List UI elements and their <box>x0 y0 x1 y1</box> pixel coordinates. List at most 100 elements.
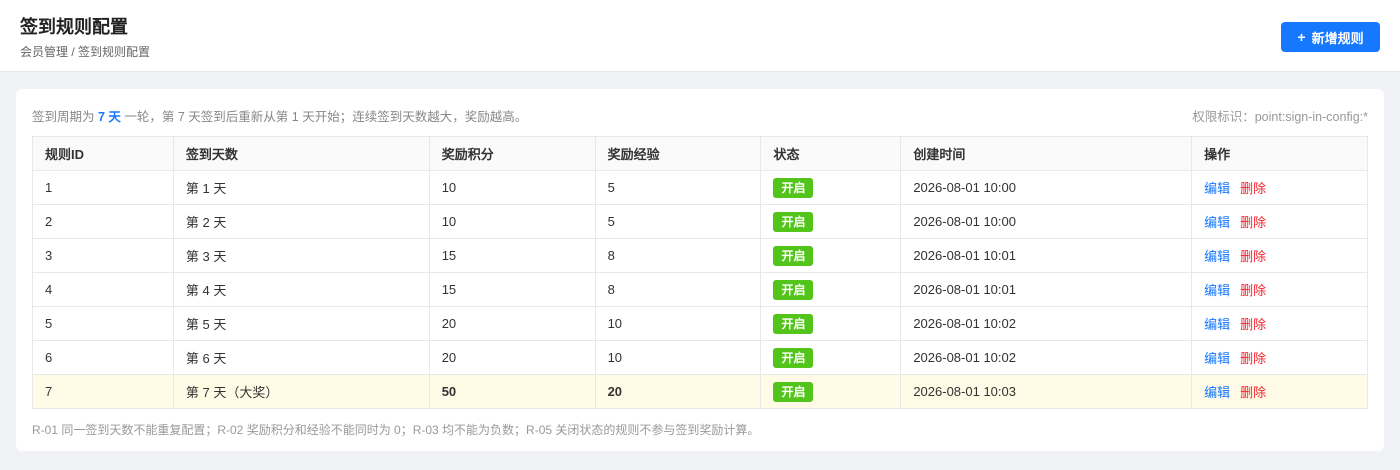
table-row: 1第 1 天 10 5 开启 2026-08-01 10:00 编辑 删除 <box>32 170 1368 205</box>
rules-table: 规则ID 签到天数 奖励积分 奖励经验 状态 创建时间 操作 1第 1 天 10 5… <box>32 136 1368 409</box>
edit-link[interactable]: 编辑 <box>1204 249 1230 264</box>
cell-status: 开启 <box>760 170 902 205</box>
info-row: 签到周期为 7 天 一轮，第 7 天签到后重新从第 1 天开始；连续签到天数越大… <box>32 105 1368 125</box>
cell-sign-day: 第 5 天 <box>172 306 430 341</box>
permission-identifier: 权限标识：point:sign-in-config:* <box>1192 109 1368 124</box>
cell-reward-exp: 5 <box>594 170 762 205</box>
edit-link[interactable]: 编辑 <box>1204 215 1230 230</box>
delete-link[interactable]: 删除 <box>1240 351 1266 366</box>
delete-link[interactable]: 删除 <box>1240 283 1266 298</box>
cell-actions: 编辑 删除 <box>1191 204 1368 239</box>
cell-status: 开启 <box>760 238 902 273</box>
add-rule-button[interactable]: + 新增规则 <box>1281 22 1380 52</box>
page-header: 签到规则配置 会员管理 / 签到规则配置 + 新增规则 <box>0 0 1400 72</box>
cell-reward-exp: 5 <box>594 204 762 239</box>
cell-actions: 编辑 删除 <box>1191 306 1368 341</box>
cell-created-time: 2026-08-01 10:01 <box>900 238 1193 273</box>
cell-sign-day: 第 1 天 <box>172 170 430 205</box>
cell-reward-points: 10 <box>428 204 596 239</box>
cell-sign-day: 第 3 天 <box>172 238 430 273</box>
column-header-created[interactable]: 创建时间 <box>900 136 1193 171</box>
column-header-status[interactable]: 状态 <box>760 136 902 171</box>
status-badge: 开启 <box>773 381 814 402</box>
cell-rule-id: 5 <box>32 306 174 341</box>
status-badge: 开启 <box>773 347 814 368</box>
table-row: 7第 7 天（大奖） 50 20 开启 2026-08-01 10:03 编辑 删除 <box>32 374 1368 409</box>
cell-reward-exp: 10 <box>594 340 762 375</box>
cell-status: 开启 <box>760 340 902 375</box>
cell-status: 开启 <box>760 374 902 409</box>
cell-created-time: 2026-08-01 10:02 <box>900 340 1193 375</box>
cell-actions: 编辑 删除 <box>1191 238 1368 273</box>
table-row: 4第 4 天 15 8 开启 2026-08-01 10:01 编辑 删除 <box>32 272 1368 307</box>
table-row: 5第 5 天 20 10 开启 2026-08-01 10:02 编辑 删除 <box>32 306 1368 341</box>
cell-rule-id: 7 <box>32 374 174 409</box>
table-row: 6第 6 天 20 10 开启 2026-08-01 10:02 编辑 删除 <box>32 340 1368 375</box>
edit-link[interactable]: 编辑 <box>1204 385 1230 400</box>
table-row: 3第 3 天 15 8 开启 2026-08-01 10:01 编辑 删除 <box>32 238 1368 273</box>
cell-reward-exp: 20 <box>594 374 762 409</box>
cell-sign-day: 第 7 天（大奖） <box>172 374 430 409</box>
edit-link[interactable]: 编辑 <box>1204 351 1230 366</box>
column-header-actions: 操作 <box>1191 136 1368 171</box>
status-badge: 开启 <box>773 313 814 334</box>
cell-rule-id: 6 <box>32 340 174 375</box>
cell-rule-id: 4 <box>32 272 174 307</box>
cell-rule-id: 2 <box>32 204 174 239</box>
plus-icon: + <box>1297 29 1306 45</box>
cycle-info-prefix: 签到周期为 <box>32 109 98 124</box>
cell-actions: 编辑 删除 <box>1191 170 1368 205</box>
cell-reward-points: 20 <box>428 306 596 341</box>
table-row: 2第 2 天 10 5 开启 2026-08-01 10:00 编辑 删除 <box>32 204 1368 239</box>
cell-actions: 编辑 删除 <box>1191 340 1368 375</box>
cell-created-time: 2026-08-01 10:03 <box>900 374 1193 409</box>
add-rule-label: 新增规则 <box>1311 30 1364 46</box>
cell-reward-points: 15 <box>428 272 596 307</box>
cell-reward-exp: 8 <box>594 272 762 307</box>
status-badge: 开启 <box>773 279 814 300</box>
cell-rule-id: 1 <box>32 170 174 205</box>
column-header-day[interactable]: 签到天数 <box>172 136 430 171</box>
cell-status: 开启 <box>760 306 902 341</box>
status-badge: 开启 <box>773 245 814 266</box>
breadcrumb: 会员管理 / 签到规则配置 <box>20 45 151 59</box>
cell-sign-day: 第 2 天 <box>172 204 430 239</box>
cell-created-time: 2026-08-01 10:00 <box>900 170 1193 205</box>
cell-status: 开启 <box>760 204 902 239</box>
delete-link[interactable]: 删除 <box>1240 181 1266 196</box>
cell-reward-exp: 10 <box>594 306 762 341</box>
cell-created-time: 2026-08-01 10:00 <box>900 204 1193 239</box>
cycle-info: 签到周期为 7 天 一轮，第 7 天签到后重新从第 1 天开始；连续签到天数越大… <box>32 106 527 125</box>
cell-reward-points: 50 <box>428 374 596 409</box>
cell-reward-points: 10 <box>428 170 596 205</box>
cell-status: 开启 <box>760 272 902 307</box>
status-badge: 开启 <box>773 177 814 198</box>
cell-created-time: 2026-08-01 10:02 <box>900 306 1193 341</box>
delete-link[interactable]: 删除 <box>1240 317 1266 332</box>
page-title: 签到规则配置 <box>20 17 128 37</box>
cell-created-time: 2026-08-01 10:01 <box>900 272 1193 307</box>
edit-link[interactable]: 编辑 <box>1204 317 1230 332</box>
cell-actions: 编辑 删除 <box>1191 272 1368 307</box>
cycle-length: 7 天 <box>97 109 121 124</box>
delete-link[interactable]: 删除 <box>1240 215 1266 230</box>
status-badge: 开启 <box>773 211 814 232</box>
cell-reward-exp: 8 <box>594 238 762 273</box>
edit-link[interactable]: 编辑 <box>1204 181 1230 196</box>
cell-reward-points: 20 <box>428 340 596 375</box>
column-header-points[interactable]: 奖励积分 <box>428 136 596 171</box>
cell-sign-day: 第 6 天 <box>172 340 430 375</box>
delete-link[interactable]: 删除 <box>1240 385 1266 400</box>
cell-reward-points: 15 <box>428 238 596 273</box>
table-header-row: 规则ID 签到天数 奖励积分 奖励经验 状态 创建时间 操作 <box>32 136 1368 171</box>
cycle-info-suffix: 一轮，第 7 天签到后重新从第 1 天开始；连续签到天数越大，奖励越高。 <box>120 109 528 124</box>
rules-footnote: R-01 同一签到天数不能重复配置；R-02 奖励积分和经验不能同时为 0；R-… <box>32 423 760 437</box>
cell-sign-day: 第 4 天 <box>172 272 430 307</box>
cell-rule-id: 3 <box>32 238 174 273</box>
rules-card: 签到周期为 7 天 一轮，第 7 天签到后重新从第 1 天开始；连续签到天数越大… <box>16 89 1384 451</box>
delete-link[interactable]: 删除 <box>1240 249 1266 264</box>
column-header-id[interactable]: 规则ID <box>32 136 174 171</box>
edit-link[interactable]: 编辑 <box>1204 283 1230 298</box>
column-header-exp[interactable]: 奖励经验 <box>594 136 762 171</box>
cell-actions: 编辑 删除 <box>1191 374 1368 409</box>
